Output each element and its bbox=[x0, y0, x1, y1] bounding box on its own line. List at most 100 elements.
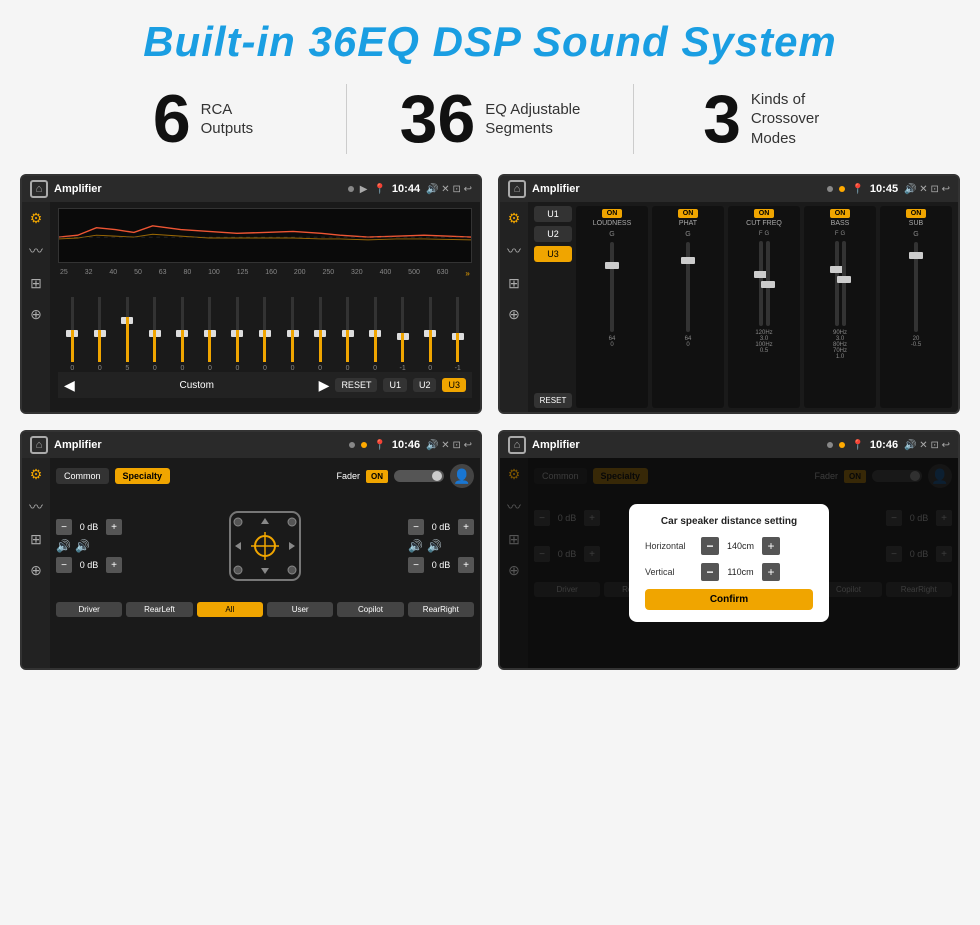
cross-reset-btn[interactable]: RESET bbox=[534, 393, 572, 408]
rearright-btn[interactable]: RearRight bbox=[408, 602, 474, 617]
screen3-body: ⚙ 〰 ⊞ ⊕ Common Specialty Fader ON 👤 bbox=[22, 458, 480, 668]
eq-slider-11[interactable]: 0 bbox=[363, 297, 388, 372]
vol-minus-rr[interactable]: − bbox=[408, 557, 424, 573]
speaker-icon-2[interactable]: ⊞ bbox=[508, 275, 520, 292]
eq-icon-2[interactable]: ⚙ bbox=[508, 210, 521, 227]
phat-name: PHAT bbox=[679, 220, 697, 227]
person-icon[interactable]: 👤 bbox=[450, 464, 474, 488]
confirm-button[interactable]: Confirm bbox=[645, 589, 813, 610]
vol-minus-fl[interactable]: − bbox=[56, 519, 72, 535]
loudness-slider[interactable] bbox=[610, 242, 614, 332]
vertical-minus[interactable]: − bbox=[701, 563, 719, 581]
eq-slider-3[interactable]: 0 bbox=[143, 297, 168, 372]
screenshots-grid: Amplifier ▶ 📍 10:44 🔊 ✕ ⊡ ↩ ⚙ 〰 ⊞ ⊕ bbox=[0, 174, 980, 670]
channel-icon-1[interactable]: ⊕ bbox=[30, 306, 42, 323]
eq-slider-5[interactable]: 0 bbox=[198, 297, 223, 372]
eq-slider-0[interactable]: 0 bbox=[60, 297, 85, 372]
fader-slider[interactable] bbox=[394, 470, 444, 482]
bass-g-slider[interactable] bbox=[842, 241, 846, 326]
next-btn[interactable]: ▶ bbox=[319, 377, 330, 394]
u2-preset[interactable]: U2 bbox=[534, 226, 572, 242]
copilot-btn[interactable]: Copilot bbox=[337, 602, 403, 617]
home-icon-2[interactable] bbox=[508, 180, 526, 198]
stat-number-crossover: 3 bbox=[703, 85, 741, 153]
eq-icon-1[interactable]: ⚙ bbox=[30, 210, 43, 227]
phat-slider[interactable] bbox=[686, 242, 690, 332]
sub-name: SUB bbox=[909, 220, 923, 227]
eq-slider-6[interactable]: 0 bbox=[225, 297, 250, 372]
u1-preset[interactable]: U1 bbox=[534, 206, 572, 222]
amp-bottom-3: Driver RearLeft All User Copilot RearRig… bbox=[56, 602, 474, 617]
u3-preset[interactable]: U3 bbox=[534, 246, 572, 262]
vertical-value: 110cm bbox=[723, 567, 758, 577]
eq-slider-1[interactable]: 0 bbox=[88, 297, 113, 372]
vol-plus-fr[interactable]: + bbox=[458, 519, 474, 535]
bass-f-slider[interactable] bbox=[835, 241, 839, 326]
misc-icons-2: 🔊 ✕ ⊡ ↩ bbox=[904, 184, 950, 195]
screen4-body: ⚙ 〰 ⊞ ⊕ Common Specialty Fader ON 👤 bbox=[500, 458, 958, 668]
bass-name: BASS bbox=[831, 220, 850, 227]
home-icon-4[interactable] bbox=[508, 436, 526, 454]
dialog-box: Car speaker distance setting Horizontal … bbox=[629, 504, 829, 622]
eq-slider-14[interactable]: -1 bbox=[445, 297, 470, 372]
loudness-toggle[interactable]: ON bbox=[602, 209, 623, 218]
specialty-tab[interactable]: Specialty bbox=[115, 468, 171, 484]
speaker-diagram bbox=[128, 496, 402, 596]
eq-slider-8[interactable]: 0 bbox=[280, 297, 305, 372]
screen-fader: Amplifier 📍 10:46 🔊 ✕ ⊡ ↩ ⚙ 〰 ⊞ ⊕ Common… bbox=[20, 430, 482, 670]
dialog-row-horizontal: Horizontal − 140cm + bbox=[645, 537, 813, 555]
wave-icon-3[interactable]: 〰 bbox=[29, 497, 43, 517]
amp-main-3: Common Specialty Fader ON 👤 − 0 dB bbox=[50, 458, 480, 668]
misc-icons-3: 🔊 ✕ ⊡ ↩ bbox=[426, 440, 472, 451]
channel-icon-3[interactable]: ⊕ bbox=[30, 562, 42, 579]
vol-control-fr: − 0 dB + bbox=[408, 519, 474, 535]
amp-top-bar-3: Common Specialty Fader ON 👤 bbox=[56, 464, 474, 488]
eq-slider-4[interactable]: 0 bbox=[170, 297, 195, 372]
home-icon-3[interactable] bbox=[30, 436, 48, 454]
sub-toggle[interactable]: ON bbox=[906, 209, 927, 218]
channel-icon-2[interactable]: ⊕ bbox=[508, 306, 520, 323]
cutfreq-toggle[interactable]: ON bbox=[754, 209, 775, 218]
eq-slider-7[interactable]: 0 bbox=[253, 297, 278, 372]
vol-control-rr: − 0 dB + bbox=[408, 557, 474, 573]
eq-bottom-bar: ◀ Custom ▶ RESET U1 U2 U3 bbox=[58, 372, 472, 398]
eq-slider-9[interactable]: 0 bbox=[308, 297, 333, 372]
reset-btn-1[interactable]: RESET bbox=[335, 378, 377, 392]
eq-icon-3[interactable]: ⚙ bbox=[30, 466, 43, 483]
common-tab[interactable]: Common bbox=[56, 468, 109, 484]
phat-toggle[interactable]: ON bbox=[678, 209, 699, 218]
bass-toggle[interactable]: ON bbox=[830, 209, 851, 218]
status-time-2: 10:45 bbox=[870, 183, 898, 195]
wave-icon-2[interactable]: 〰 bbox=[507, 241, 521, 261]
vol-plus-rl[interactable]: + bbox=[106, 557, 122, 573]
eq-slider-2[interactable]: 5 bbox=[115, 297, 140, 372]
vol-minus-rl[interactable]: − bbox=[56, 557, 72, 573]
all-btn[interactable]: All bbox=[197, 602, 263, 617]
sub-slider[interactable] bbox=[914, 242, 918, 332]
fader-toggle[interactable]: ON bbox=[366, 470, 388, 483]
horizontal-minus[interactable]: − bbox=[701, 537, 719, 555]
eq-slider-10[interactable]: 0 bbox=[335, 297, 360, 372]
vol-plus-fl[interactable]: + bbox=[106, 519, 122, 535]
home-icon-1[interactable] bbox=[30, 180, 48, 198]
stat-label-eq: EQ Adjustable Segments bbox=[485, 100, 580, 139]
speaker-icon-3[interactable]: ⊞ bbox=[30, 531, 42, 548]
misc-icons-1: 🔊 ✕ ⊡ ↩ bbox=[426, 184, 472, 195]
horizontal-plus[interactable]: + bbox=[762, 537, 780, 555]
eq-slider-13[interactable]: 0 bbox=[418, 297, 443, 372]
driver-btn[interactable]: Driver bbox=[56, 602, 122, 617]
u1-btn-1[interactable]: U1 bbox=[383, 378, 407, 392]
u2-btn-1[interactable]: U2 bbox=[413, 378, 437, 392]
u3-btn-1[interactable]: U3 bbox=[442, 378, 466, 392]
wave-icon-1[interactable]: 〰 bbox=[29, 241, 43, 261]
vertical-plus[interactable]: + bbox=[762, 563, 780, 581]
cutfreq-g-slider[interactable] bbox=[766, 241, 770, 326]
eq-slider-12[interactable]: -1 bbox=[390, 297, 415, 372]
vol-minus-fr[interactable]: − bbox=[408, 519, 424, 535]
speaker-icon-1[interactable]: ⊞ bbox=[30, 275, 42, 292]
rearleft-btn[interactable]: RearLeft bbox=[126, 602, 192, 617]
prev-btn[interactable]: ◀ bbox=[64, 377, 75, 394]
user-btn[interactable]: User bbox=[267, 602, 333, 617]
vol-plus-rr[interactable]: + bbox=[458, 557, 474, 573]
screen2-body: ⚙ 〰 ⊞ ⊕ U1 U2 U3 RESET ON LOUDNESS G bbox=[500, 202, 958, 412]
